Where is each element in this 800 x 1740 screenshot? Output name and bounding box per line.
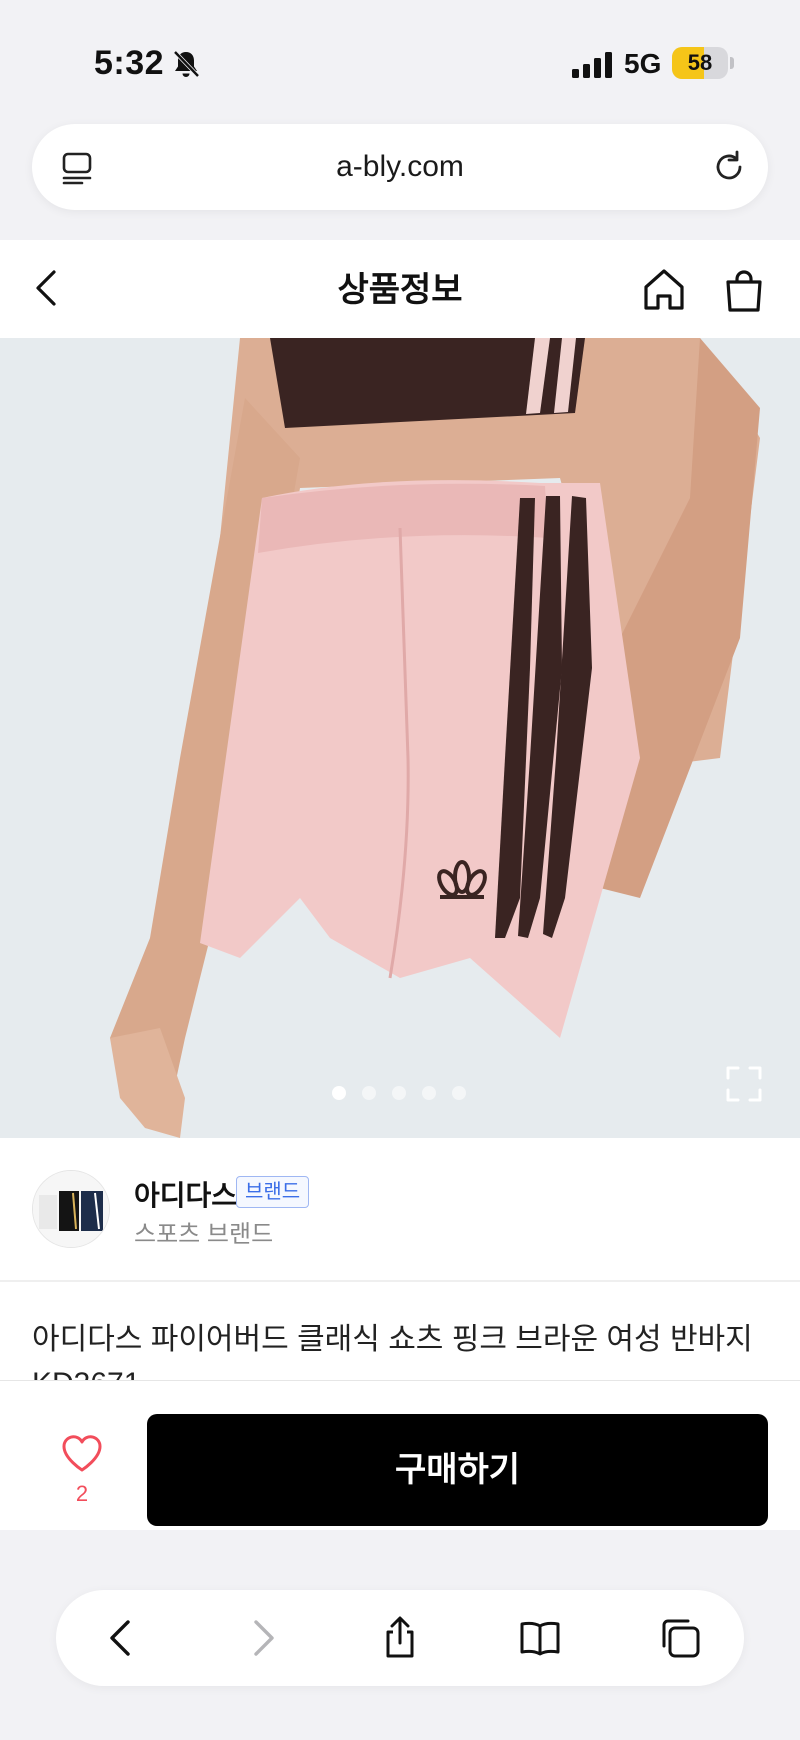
section-divider: [0, 1280, 800, 1282]
cellular-signal-icon: [572, 52, 612, 78]
battery-tip: [730, 57, 734, 69]
app-header: 상품정보: [0, 240, 800, 338]
forward-icon[interactable]: [240, 1616, 284, 1660]
carousel-dot[interactable]: [452, 1086, 466, 1100]
bookmarks-icon[interactable]: [518, 1616, 562, 1660]
carousel-indicator[interactable]: [332, 1086, 472, 1100]
heart-icon[interactable]: [60, 1433, 104, 1473]
buy-button[interactable]: 구매하기: [147, 1414, 768, 1526]
status-bar: 5:32 5G 58: [0, 0, 800, 120]
home-icon[interactable]: [640, 266, 688, 314]
shopping-bag-icon[interactable]: [720, 266, 768, 314]
brand-avatar[interactable]: [32, 1170, 110, 1248]
address-bar[interactable]: a-bly.com: [32, 124, 768, 210]
share-icon[interactable]: [378, 1616, 422, 1660]
carousel-dot[interactable]: [362, 1086, 376, 1100]
network-type: 5G: [624, 48, 662, 79]
expand-icon[interactable]: [724, 1064, 764, 1104]
battery-indicator: 58: [672, 47, 728, 79]
purchase-bar: 2 구매하기: [0, 1380, 800, 1530]
product-info: 아디다스 브랜드 스포츠 브랜드 아디다스 파이어버드 클래식 쇼츠 핑크 브라…: [0, 1138, 800, 1380]
carousel-dot[interactable]: [422, 1086, 436, 1100]
brand-category: 스포츠 브랜드: [134, 1221, 274, 1248]
status-time: 5:32: [94, 44, 165, 82]
bell-muted-icon: [173, 50, 200, 78]
url-text[interactable]: a-bly.com: [32, 124, 768, 210]
brand-avatar-image: [33, 1171, 109, 1247]
browser-toolbar: [56, 1590, 744, 1686]
product-title: 아디다스 파이어버드 클래식 쇼츠 핑크 브라운 여성 반바지 KD3671: [32, 1323, 753, 1380]
carousel-dot[interactable]: [392, 1086, 406, 1100]
back-icon[interactable]: [100, 1616, 144, 1660]
like-count: 2: [75, 1481, 89, 1506]
tabs-icon[interactable]: [658, 1616, 702, 1660]
reload-icon[interactable]: [710, 148, 748, 186]
battery-percent: 58: [687, 50, 713, 75]
product-photo: [0, 338, 800, 1138]
carousel-dot[interactable]: [332, 1086, 346, 1100]
brand-name[interactable]: 아디다스: [134, 1174, 237, 1214]
brand-badge: 브랜드: [236, 1176, 310, 1208]
product-image[interactable]: [0, 338, 800, 1138]
